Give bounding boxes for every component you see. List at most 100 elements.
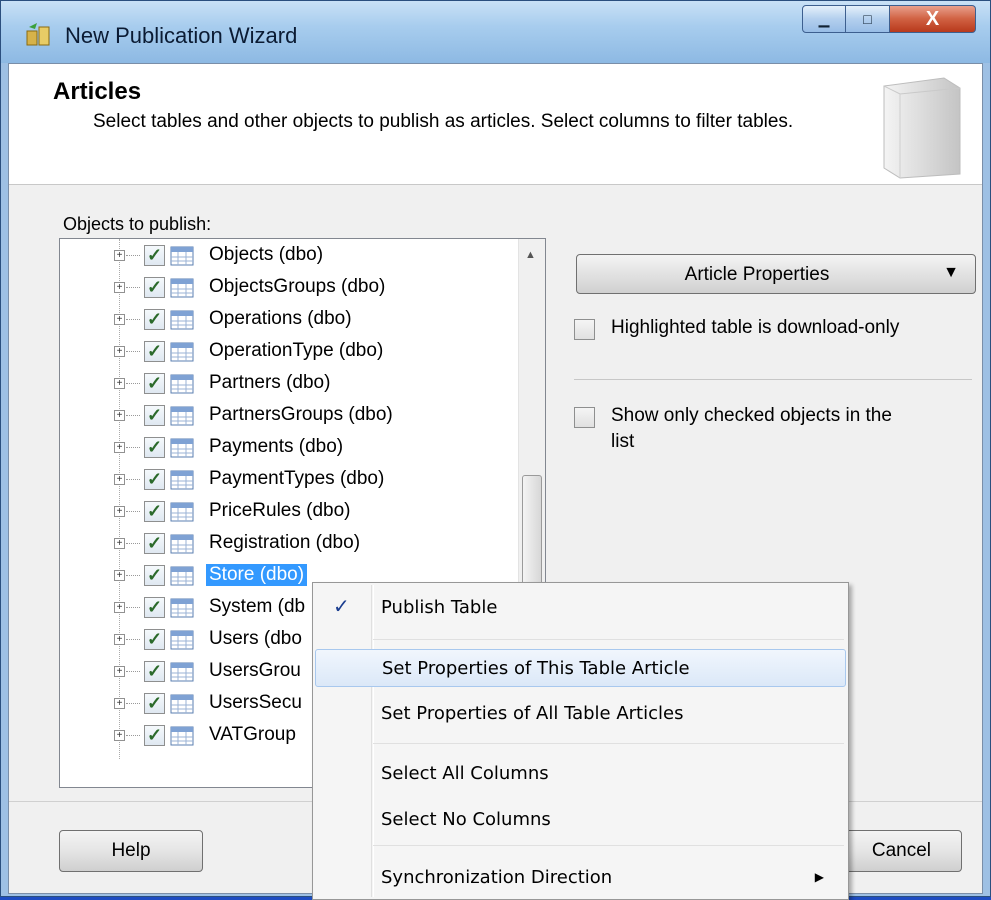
publish-checkbox[interactable]: ✓ (144, 341, 165, 362)
tree-item[interactable]: + ✓ PartnersGroups (dbo) (60, 401, 520, 432)
tree-connector (126, 607, 140, 608)
tree-item-label[interactable]: Payments (dbo) (206, 436, 346, 458)
menu-item-synchronization-direction[interactable]: Synchronization Direction ▶ (315, 859, 846, 897)
expand-icon[interactable]: + (114, 730, 125, 741)
expand-icon[interactable]: + (114, 698, 125, 709)
tree-item[interactable]: + ✓ Operations (dbo) (60, 305, 520, 336)
menu-separator (373, 743, 844, 744)
publish-checkbox[interactable]: ✓ (144, 309, 165, 330)
tree-item-label[interactable]: PriceRules (dbo) (206, 500, 354, 522)
expand-icon[interactable]: + (114, 346, 125, 357)
expand-icon[interactable]: + (114, 250, 125, 261)
tree-connector (126, 351, 140, 352)
publish-checkbox[interactable]: ✓ (144, 469, 165, 490)
tree-connector (126, 479, 140, 480)
page-header: Articles Select tables and other objects… (9, 64, 982, 185)
tree-item[interactable]: + ✓ PaymentTypes (dbo) (60, 465, 520, 496)
expand-icon[interactable]: + (114, 506, 125, 517)
tree-item[interactable]: + ✓ Objects (dbo) (60, 241, 520, 272)
tree-connector (126, 447, 140, 448)
menu-item-label: Select No Columns (381, 809, 551, 830)
tree-connector (126, 543, 140, 544)
tree-item-label[interactable]: Store (dbo) (206, 564, 308, 586)
expand-icon[interactable]: + (114, 410, 125, 421)
tree-item[interactable]: + ✓ Payments (dbo) (60, 433, 520, 464)
tree-item-label[interactable]: Operations (dbo) (206, 308, 355, 330)
menu-item-label: Select All Columns (381, 763, 549, 784)
tree-item-label[interactable]: Partners (dbo) (206, 372, 333, 394)
publish-checkbox[interactable]: ✓ (144, 629, 165, 650)
publish-checkbox[interactable]: ✓ (144, 405, 165, 426)
menu-item-set-properties-of-this-table-article[interactable]: Set Properties of This Table Article (315, 649, 846, 687)
help-button[interactable]: Help (59, 830, 203, 872)
menu-separator (373, 845, 844, 846)
expand-icon[interactable]: + (114, 378, 125, 389)
download-only-checkbox[interactable] (574, 319, 595, 340)
publish-checkbox[interactable]: ✓ (144, 533, 165, 554)
tree-item-label[interactable]: PaymentTypes (dbo) (206, 468, 387, 490)
expand-icon[interactable]: + (114, 474, 125, 485)
article-properties-button[interactable]: Article Properties ▼ (576, 254, 976, 294)
minimize-button[interactable]: ▁ (802, 5, 846, 33)
publish-checkbox[interactable]: ✓ (144, 693, 165, 714)
close-button[interactable]: X (890, 5, 976, 33)
tree-item-label[interactable]: ObjectsGroups (dbo) (206, 276, 388, 298)
scroll-up-arrow-icon[interactable]: ▲ (525, 249, 536, 261)
publish-checkbox[interactable]: ✓ (144, 277, 165, 298)
tree-item[interactable]: + ✓ OperationType (dbo) (60, 337, 520, 368)
tree-connector (126, 383, 140, 384)
table-icon (170, 694, 194, 714)
maximize-button[interactable]: □ (846, 5, 890, 33)
menu-item-publish-table[interactable]: ✓ Publish Table (315, 589, 846, 627)
publication-wizard-icon (26, 23, 50, 46)
menu-item-select-all-columns[interactable]: Select All Columns (315, 755, 846, 793)
menu-item-select-no-columns[interactable]: Select No Columns (315, 801, 846, 839)
show-checked-only-label-line2: list (611, 431, 635, 452)
tree-item[interactable]: + ✓ Registration (dbo) (60, 529, 520, 560)
publish-checkbox[interactable]: ✓ (144, 661, 165, 682)
tree-item-label[interactable]: UsersGrou (206, 660, 304, 682)
tree-item-label[interactable]: VATGroup (206, 724, 299, 746)
expand-icon[interactable]: + (114, 314, 125, 325)
menu-gutter (371, 585, 373, 897)
table-icon (170, 374, 194, 394)
expand-icon[interactable]: + (114, 442, 125, 453)
publish-checkbox[interactable]: ✓ (144, 565, 165, 586)
expand-icon[interactable]: + (114, 570, 125, 581)
tree-item-label[interactable]: UsersSecu (206, 692, 305, 714)
right-separator (574, 379, 972, 380)
publish-checkbox[interactable]: ✓ (144, 725, 165, 746)
table-icon (170, 342, 194, 362)
table-icon (170, 598, 194, 618)
tree-item[interactable]: + ✓ Partners (dbo) (60, 369, 520, 400)
tree-item-label[interactable]: Objects (dbo) (206, 244, 326, 266)
tree-item-label[interactable]: System (db (206, 596, 308, 618)
tree-item-label[interactable]: OperationType (dbo) (206, 340, 386, 362)
tree-connector (126, 703, 140, 704)
table-icon (170, 438, 194, 458)
tree-item-label[interactable]: PartnersGroups (dbo) (206, 404, 396, 426)
expand-icon[interactable]: + (114, 602, 125, 613)
expand-icon[interactable]: + (114, 538, 125, 549)
show-checked-only-checkbox[interactable] (574, 407, 595, 428)
table-icon (170, 278, 194, 298)
scroll-thumb[interactable] (522, 475, 542, 585)
tree-connector (126, 287, 140, 288)
publish-checkbox[interactable]: ✓ (144, 373, 165, 394)
tree-item[interactable]: + ✓ ObjectsGroups (dbo) (60, 273, 520, 304)
expand-icon[interactable]: + (114, 282, 125, 293)
publish-checkbox[interactable]: ✓ (144, 597, 165, 618)
tree-item-label[interactable]: Users (dbo (206, 628, 305, 650)
submenu-arrow-icon: ▶ (814, 870, 824, 884)
menu-item-set-properties-of-all-table-articles[interactable]: Set Properties of All Table Articles (315, 695, 846, 733)
expand-icon[interactable]: + (114, 666, 125, 677)
title-bar[interactable]: New Publication Wizard ▁ □ X (1, 1, 990, 63)
tree-item-label[interactable]: Registration (dbo) (206, 532, 363, 554)
expand-icon[interactable]: + (114, 634, 125, 645)
publish-checkbox[interactable]: ✓ (144, 501, 165, 522)
publish-checkbox[interactable]: ✓ (144, 437, 165, 458)
close-icon: X (925, 7, 940, 30)
tree-item[interactable]: + ✓ PriceRules (dbo) (60, 497, 520, 528)
caption-buttons: ▁ □ X (802, 5, 976, 35)
publish-checkbox[interactable]: ✓ (144, 245, 165, 266)
